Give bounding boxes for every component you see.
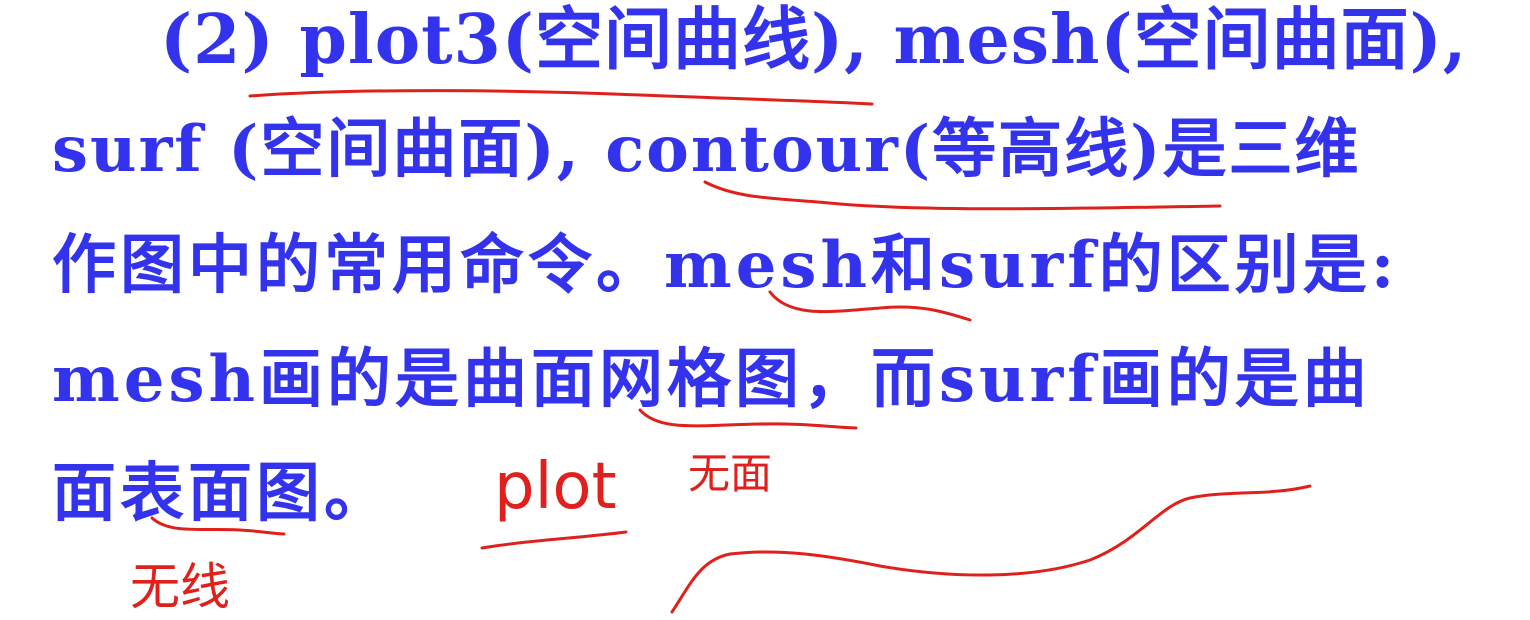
text-line-1: (2) plot3(空间曲线), mesh(空间曲面), — [160, 0, 1468, 80]
underline-plot-note — [480, 530, 628, 550]
underline-plot3 — [248, 89, 874, 106]
note-no-line: 无线 — [130, 558, 230, 616]
text-line-4: mesh画的是曲面网格图，而surf画的是曲 — [52, 342, 1371, 417]
text-line-3: 作图中的常用命令。mesh和surf的区别是: — [52, 228, 1399, 303]
text-line-2: surf (空间曲面), contour(等高线)是三维 — [52, 112, 1361, 187]
text-line-5: 面表面图。 — [52, 456, 392, 531]
note-plot: plot — [494, 450, 617, 524]
slide: (2) plot3(空间曲线), mesh(空间曲面), surf (空间曲面)… — [0, 0, 1530, 620]
surface-curve — [670, 484, 1312, 614]
note-no-surface: 无面 — [688, 449, 772, 498]
